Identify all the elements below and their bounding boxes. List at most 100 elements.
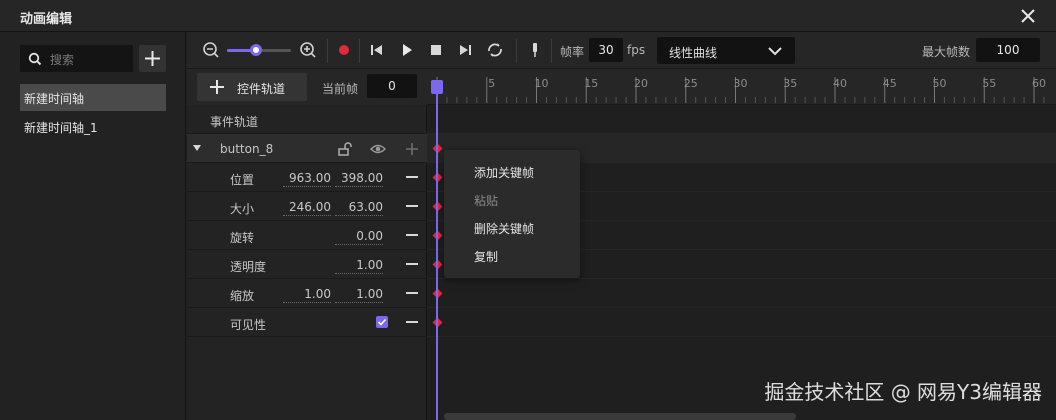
context-menu-item[interactable]: 粘贴 (474, 192, 498, 209)
search-input[interactable]: 搜索 (20, 45, 133, 72)
property-lane[interactable] (427, 308, 1056, 337)
remove-property-icon[interactable] (406, 321, 418, 323)
ruler-label: 50 (932, 77, 947, 90)
zoom-slider-handle[interactable] (249, 44, 262, 56)
remove-property-icon[interactable] (406, 176, 418, 178)
current-frame-label: 当前帧 (322, 82, 359, 96)
search-icon (28, 52, 42, 66)
property-lane[interactable] (427, 279, 1056, 308)
property-value-1[interactable]: 1.00 (283, 287, 331, 303)
chevron-down-icon (768, 47, 782, 56)
watermark: 掘金技术社区 @ 网易Y3编辑器 (764, 380, 1042, 404)
close-icon[interactable] (1018, 6, 1038, 26)
play-icon[interactable] (398, 41, 416, 59)
property-row[interactable]: 可见性 (187, 308, 427, 337)
ruler-label: 10 (534, 77, 549, 90)
prev-frame-icon[interactable] (368, 41, 386, 59)
property-label: 透明度 (230, 260, 267, 274)
ruler-label: 25 (683, 77, 698, 90)
max-frames-input[interactable]: 100 (976, 38, 1040, 62)
property-value-2[interactable]: 398.00 (335, 171, 383, 187)
context-menu-item[interactable]: 添加关键帧 (474, 164, 534, 181)
property-row[interactable]: 透明度 1.00 (187, 250, 427, 279)
property-label: 大小 (230, 202, 255, 216)
context-menu: 添加关键帧粘贴删除关键帧复制 (444, 150, 580, 278)
property-value-2[interactable]: 1.00 (335, 258, 383, 274)
zoom-slider[interactable] (227, 44, 291, 56)
property-row[interactable]: 大小 246.00 63.00 (187, 192, 427, 221)
context-menu-item[interactable]: 复制 (474, 248, 498, 265)
ruler-label: 35 (783, 77, 798, 90)
toolbar-divider (551, 39, 552, 63)
horizontal-scrollbar[interactable] (444, 413, 796, 420)
property-label: 可见性 (230, 318, 267, 332)
ruler-label: 60 (1032, 77, 1046, 90)
playhead-line (436, 84, 438, 420)
property-row[interactable]: 旋转 0.00 (187, 221, 427, 250)
track-header-bar: 控件轨道 当前帧 0 (187, 69, 427, 105)
fps-unit: fps (627, 43, 646, 57)
playhead-handle[interactable] (431, 80, 443, 94)
event-track-row[interactable]: 事件轨道 (187, 105, 427, 134)
plus-icon (145, 51, 160, 66)
ruler-label: 15 (584, 77, 599, 90)
ruler-label: 45 (882, 77, 897, 90)
visibility-checkbox[interactable] (376, 316, 388, 328)
zoom-out-icon[interactable] (202, 41, 220, 59)
window-title: 动画编辑 (20, 12, 73, 27)
loop-icon[interactable] (486, 41, 504, 59)
timeline-ruler[interactable]: 5 10 15 20 25 30 35 40 45 50 55 60 (427, 69, 1056, 105)
stop-icon[interactable] (427, 41, 445, 59)
pin-icon[interactable] (526, 41, 544, 59)
unlock-icon[interactable] (337, 141, 353, 157)
ruler-label: 30 (733, 77, 748, 90)
context-menu-item[interactable]: 删除关键帧 (474, 220, 534, 237)
plus-icon (210, 80, 224, 94)
remove-property-icon[interactable] (406, 263, 418, 265)
property-value-1[interactable]: 246.00 (283, 200, 331, 216)
property-label: 缩放 (230, 289, 255, 303)
property-value-2[interactable]: 1.00 (335, 287, 383, 303)
property-value-2[interactable]: 63.00 (335, 200, 383, 216)
property-value-2[interactable]: 0.00 (335, 229, 383, 245)
property-label: 位置 (230, 173, 255, 187)
current-frame-input[interactable]: 0 (367, 74, 417, 98)
event-track-lane[interactable] (427, 105, 1056, 134)
property-label: 旋转 (230, 231, 255, 245)
ruler-label: 55 (982, 77, 997, 90)
remove-property-icon[interactable] (406, 205, 418, 207)
animation-toolbar: 帧率 30 fps 线性曲线 最大帧数 100 (187, 32, 1056, 69)
add-control-track-button[interactable]: 控件轨道 (197, 73, 307, 101)
control-track-row[interactable]: button_8 (187, 134, 427, 163)
track-list: 事件轨道 button_8 位置 963.00 398.00 大小 246.00 63.0… (187, 105, 427, 420)
curve-select[interactable]: 线性曲线 (657, 37, 795, 64)
event-track-label: 事件轨道 (210, 115, 259, 129)
timeline-item[interactable]: 新建时间轴_1 (20, 113, 166, 140)
toolbar-divider (359, 39, 360, 63)
timeline-list-panel: 搜索 新建时间轴 新建时间轴_1 (0, 32, 186, 420)
remove-property-icon[interactable] (406, 234, 418, 236)
control-track-name: button_8 (220, 142, 274, 156)
zoom-in-icon[interactable] (299, 41, 317, 59)
timeline-item[interactable]: 新建时间轴 (20, 84, 166, 111)
search-placeholder: 搜索 (50, 53, 75, 67)
eye-icon[interactable] (370, 141, 386, 157)
property-row[interactable]: 位置 963.00 398.00 (187, 163, 427, 192)
expand-caret-icon[interactable] (193, 145, 201, 151)
ruler-label: 20 (634, 77, 648, 90)
toolbar-divider (327, 39, 328, 63)
curve-value: 线性曲线 (669, 46, 718, 60)
next-frame-icon[interactable] (456, 41, 474, 59)
frame-rate-input[interactable]: 30 (589, 38, 623, 62)
add-timeline-button[interactable] (139, 45, 166, 72)
title-bar: 动画编辑 (0, 0, 1056, 32)
add-control-track-label: 控件轨道 (237, 82, 286, 96)
ruler-label: 40 (833, 77, 847, 90)
property-value-1[interactable]: 963.00 (283, 171, 331, 187)
add-property-icon[interactable] (405, 142, 419, 156)
remove-property-icon[interactable] (406, 292, 418, 294)
toolbar-divider (516, 39, 517, 63)
property-row[interactable]: 缩放 1.00 1.00 (187, 279, 427, 308)
ruler-label: 5 (488, 77, 496, 90)
record-icon[interactable] (335, 41, 353, 59)
